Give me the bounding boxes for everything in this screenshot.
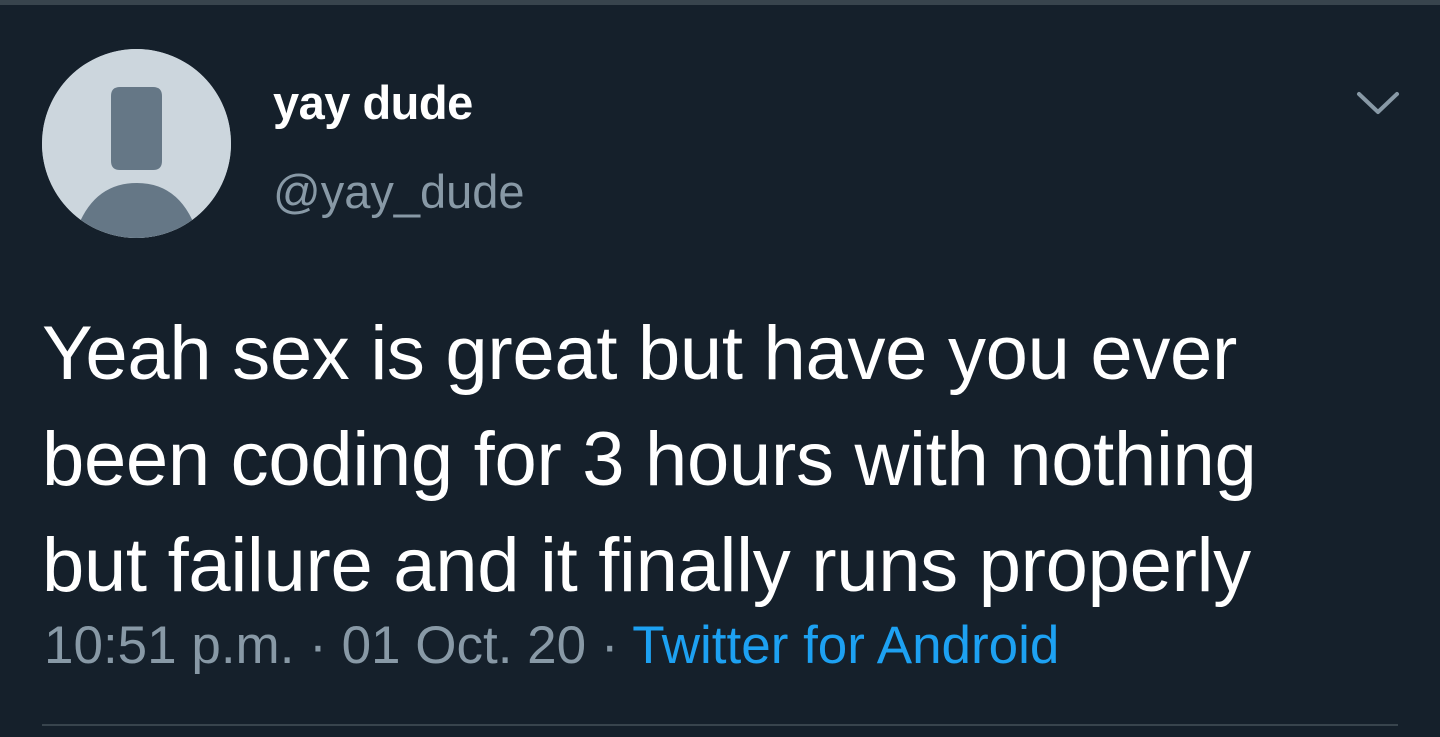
tweet-time[interactable]: 10:51 p.m. [44, 616, 294, 675]
chevron-down-icon [1357, 92, 1399, 114]
avatar[interactable] [42, 49, 231, 238]
top-divider [0, 0, 1440, 5]
display-name[interactable]: yay dude [273, 76, 473, 130]
tweet-date[interactable]: 01 Oct. 20 [342, 616, 587, 675]
username-handle[interactable]: @yay_dude [273, 164, 525, 220]
more-options-button[interactable] [1355, 84, 1401, 120]
meta-separator: · [309, 616, 327, 675]
bottom-divider [42, 724, 1398, 726]
default-profile-icon [42, 49, 231, 238]
meta-separator: · [600, 616, 619, 675]
tweet-metadata: 10:51 p.m. · 01 Oct. 20 · Twitter for An… [44, 614, 1059, 678]
tweet-text: Yeah sex is great but have you ever been… [42, 311, 1257, 608]
tweet-source-link[interactable]: Twitter for Android [632, 616, 1059, 675]
